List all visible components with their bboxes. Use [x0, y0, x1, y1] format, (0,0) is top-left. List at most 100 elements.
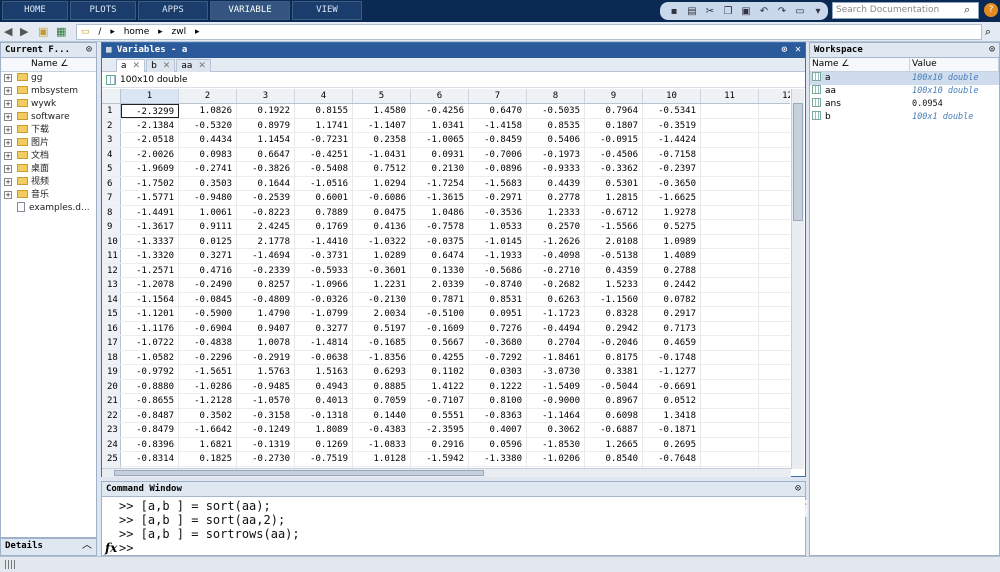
table-cell[interactable]: -0.9333	[527, 162, 585, 176]
table-cell[interactable]: 0.3271	[179, 249, 237, 263]
table-cell[interactable]: -0.5686	[469, 263, 527, 277]
table-cell[interactable]: 1.1741	[295, 118, 353, 132]
table-cell[interactable]: -0.3826	[237, 162, 295, 176]
table-cell[interactable]: -0.0638	[295, 350, 353, 364]
table-cell[interactable]: 2.0034	[353, 307, 411, 321]
table-cell[interactable]: 1.1454	[237, 133, 295, 147]
table-cell[interactable]: -1.8530	[527, 437, 585, 451]
table-cell[interactable]: 0.2695	[643, 437, 701, 451]
table-cell[interactable]: 0.3502	[179, 408, 237, 422]
table-cell[interactable]: -0.5320	[179, 118, 237, 132]
table-cell[interactable]: -0.4809	[237, 292, 295, 306]
redo-icon[interactable]: ↷	[774, 4, 790, 18]
table-cell[interactable]: 0.8100	[469, 394, 527, 408]
table-cell[interactable]: -1.0286	[179, 379, 237, 393]
column-header[interactable]: 2	[179, 89, 237, 103]
save-icon[interactable]: ▪	[666, 4, 682, 18]
table-cell[interactable]	[759, 206, 790, 220]
row-header[interactable]: 3	[102, 133, 121, 147]
table-cell[interactable]	[759, 365, 790, 379]
table-cell[interactable]: 0.7276	[469, 321, 527, 335]
table-cell[interactable]: 0.0475	[353, 205, 411, 219]
table-cell[interactable]: -0.4383	[353, 423, 411, 437]
table-cell[interactable]: 0.6263	[527, 292, 585, 306]
table-cell[interactable]: 1.4790	[237, 307, 295, 321]
table-cell[interactable]: 0.5301	[585, 176, 643, 190]
table-cell[interactable]: 1.0061	[179, 205, 237, 219]
search-documentation-input[interactable]: Search Documentation	[832, 2, 979, 19]
table-cell[interactable]: -1.9609	[121, 162, 179, 176]
table-cell[interactable]: 0.6474	[411, 249, 469, 263]
table-cell[interactable]: 0.3503	[179, 176, 237, 190]
table-cell[interactable]: -0.6086	[353, 191, 411, 205]
table-cell[interactable]: -1.5566	[585, 220, 643, 234]
tab-variable-b[interactable]: b ✕	[146, 59, 176, 72]
table-cell[interactable]: 0.2130	[411, 162, 469, 176]
copy-icon[interactable]: ❐	[720, 4, 736, 18]
table-cell[interactable]: -0.8740	[469, 278, 527, 292]
table-cell[interactable]: 2.0108	[585, 234, 643, 248]
table-cell[interactable]	[701, 365, 759, 379]
table-cell[interactable]: -1.4694	[237, 249, 295, 263]
column-header[interactable]: 8	[527, 89, 585, 103]
table-cell[interactable]: -1.3617	[121, 220, 179, 234]
table-cell[interactable]: 0.7512	[353, 162, 411, 176]
folder-list-item[interactable]: + 视频	[1, 176, 96, 189]
expand-plus-icon[interactable]: +	[4, 126, 12, 134]
scroll-thumb[interactable]	[793, 103, 803, 221]
table-cell[interactable]: 0.0125	[179, 234, 237, 248]
details-title[interactable]: Details ︿	[1, 539, 96, 555]
table-cell[interactable]: -0.2710	[527, 263, 585, 277]
path-field[interactable]: ▭ / ▸ home ▸ zwl ▸	[76, 24, 982, 40]
table-cell[interactable]	[759, 307, 790, 321]
table-cell[interactable]	[759, 351, 790, 365]
table-cell[interactable]: -0.7519	[295, 452, 353, 466]
table-cell[interactable]: -0.8487	[121, 408, 179, 422]
expand-plus-icon[interactable]: +	[4, 100, 12, 108]
table-cell[interactable]: -1.4158	[469, 118, 527, 132]
table-cell[interactable]	[701, 118, 759, 132]
forward-arrow-icon[interactable]: ▶	[20, 25, 28, 38]
column-header[interactable]: 11	[701, 89, 759, 103]
scroll-thumb[interactable]	[114, 470, 484, 476]
table-cell[interactable]: 0.4013	[295, 394, 353, 408]
table-cell[interactable]: -0.5044	[585, 379, 643, 393]
row-header[interactable]: 15	[102, 307, 121, 321]
table-cell[interactable]: 1.0078	[237, 336, 295, 350]
table-cell[interactable]: 0.8155	[295, 104, 353, 118]
table-cell[interactable]: -1.6625	[643, 191, 701, 205]
table-cell[interactable]: -1.4814	[295, 336, 353, 350]
expand-plus-icon[interactable]: +	[4, 113, 12, 121]
table-cell[interactable]: -2.0518	[121, 133, 179, 147]
table-cell[interactable]: 0.1922	[237, 104, 295, 118]
table-cell[interactable]: -0.2339	[237, 263, 295, 277]
expand-plus-icon[interactable]: +	[4, 178, 12, 186]
table-cell[interactable]	[759, 336, 790, 350]
expand-plus-icon[interactable]: +	[4, 74, 12, 82]
table-cell[interactable]: -0.7578	[411, 220, 469, 234]
table-cell[interactable]: -0.4251	[295, 147, 353, 161]
grid-corner[interactable]	[102, 89, 121, 103]
table-cell[interactable]	[759, 177, 790, 191]
table-cell[interactable]: 0.6293	[353, 365, 411, 379]
close-icon[interactable]: ✕	[795, 43, 801, 57]
folder-list-item[interactable]: examples.d...	[1, 202, 96, 215]
table-cell[interactable]: -1.6642	[179, 423, 237, 437]
table-cell[interactable]: -1.0799	[295, 307, 353, 321]
table-cell[interactable]: -1.4410	[295, 234, 353, 248]
table-cell[interactable]: 0.4439	[527, 176, 585, 190]
tab-apps[interactable]: APPS	[138, 1, 208, 20]
row-header[interactable]: 13	[102, 278, 121, 292]
table-cell[interactable]: -0.0896	[469, 162, 527, 176]
table-cell[interactable]: 1.4122	[411, 379, 469, 393]
table-cell[interactable]: -0.5035	[527, 104, 585, 118]
table-cell[interactable]	[701, 147, 759, 161]
print-icon[interactable]: ▤	[684, 4, 700, 18]
tab-view[interactable]: VIEW	[292, 1, 362, 20]
table-cell[interactable]	[759, 452, 790, 466]
table-cell[interactable]: 0.4007	[469, 423, 527, 437]
table-cell[interactable]	[759, 162, 790, 176]
table-cell[interactable]: 0.8531	[469, 292, 527, 306]
table-cell[interactable]: 0.2942	[585, 321, 643, 335]
table-cell[interactable]	[701, 336, 759, 350]
